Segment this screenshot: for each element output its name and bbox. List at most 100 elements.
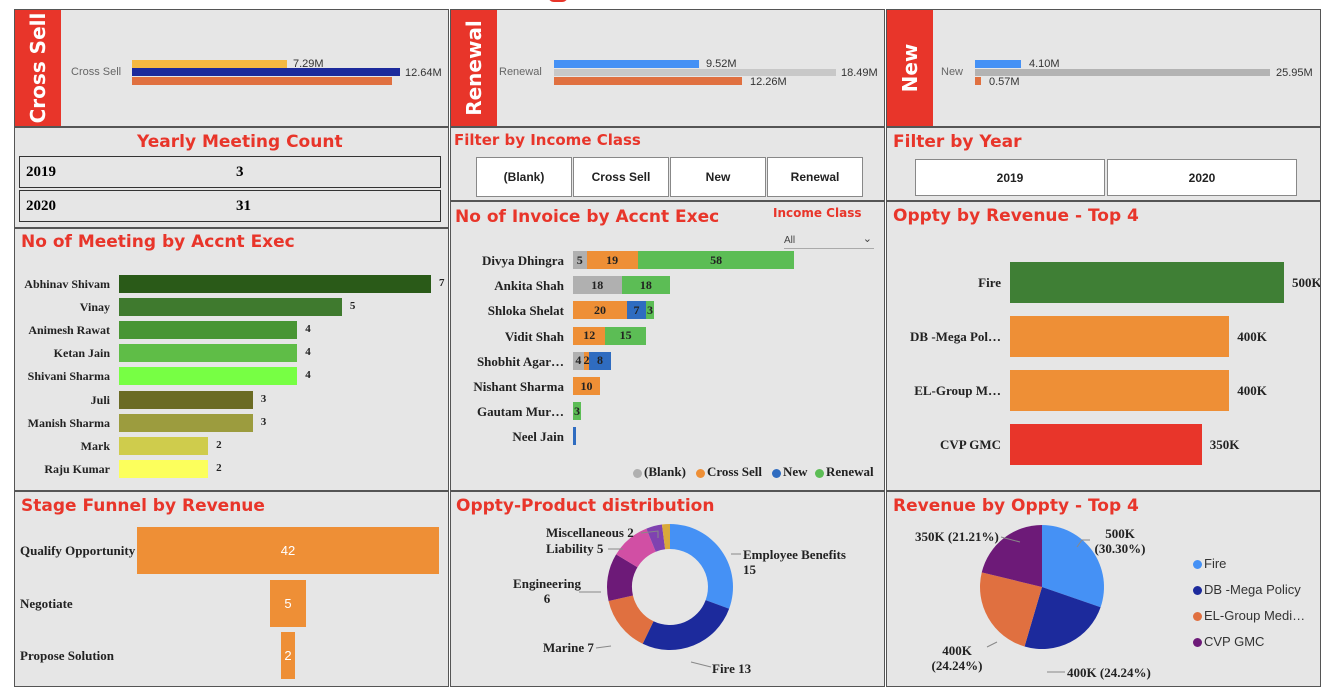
meeting-bar [119, 459, 209, 478]
invoice-segment: 8 [589, 351, 611, 370]
revenue-pie-panel: Revenue by Oppty - Top 4 350K (21.21%) 5… [886, 491, 1321, 687]
legend-dot-icon [1193, 638, 1202, 648]
exec-name-label: Raju Kumar [44, 461, 110, 476]
invoice-segment: 7 [627, 301, 646, 320]
legend-label: DB -Mega Policy [1204, 582, 1301, 597]
kpi-category-label: Cross Sell [71, 66, 122, 78]
exec-name-label: Juli [90, 392, 110, 407]
filter-option-blank[interactable]: (Blank) [476, 157, 572, 197]
exec-name-label: Abhinav Shivam [24, 277, 110, 291]
filter-year-2020[interactable]: 2020 [1107, 159, 1297, 196]
invoice-exec-label: Ankita Shah [494, 278, 564, 294]
kpi-category-label: Renewal [499, 66, 542, 78]
oppty-value-label: 400K [1237, 329, 1267, 344]
filter-option-new[interactable]: New [670, 157, 766, 197]
invoice-by-exec-panel: No of Invoice by Accnt Exec Income Class… [450, 201, 885, 491]
filter-year-2019[interactable]: 2019 [915, 159, 1105, 196]
meeting-bar [119, 436, 209, 455]
donut-slice[interactable] [642, 600, 730, 650]
donut-slice[interactable] [670, 524, 733, 609]
invoice-segment: 15 [605, 326, 646, 345]
cross-sell-banner: Cross Sell [15, 10, 61, 126]
kpi-renewal-card[interactable]: Renewal Renewal 9.52M 18.49M 12.26M [450, 9, 885, 127]
meeting-value-label: 3 [260, 392, 267, 405]
exec-name-label: Vinay [79, 300, 110, 315]
invoice-exec-label: Neel Jain [512, 429, 564, 445]
meeting-bar [119, 344, 298, 363]
donut-label-misc: Miscellaneous 2 [546, 525, 634, 540]
table-row[interactable]: 2020 31 [19, 190, 441, 222]
invoice-legend-item: Renewal [815, 464, 874, 480]
oppty-name-label: EL-Group M… [914, 383, 1001, 398]
legend-label: New [783, 464, 808, 479]
legend-dot-icon [772, 468, 781, 478]
legend-dot-icon [1193, 560, 1202, 570]
invoice-segment: 20 [573, 301, 627, 320]
exec-name-label: Ketan Jain [53, 346, 110, 361]
meeting-value-label: 4 [305, 369, 311, 382]
oppty-top4-bar-chart: Fire 500K DB -Mega Pol… 400K EL-Group M… 400K… [887, 202, 1321, 490]
invoice-segment: 19 [586, 251, 638, 269]
legend-dot-icon [1193, 586, 1202, 596]
legend-dot-icon [1193, 612, 1202, 622]
pie-legend-item: EL-Group Medi… [1193, 608, 1305, 623]
filter-option-renewal[interactable]: Renewal [767, 157, 863, 197]
invoice-exec-label: Vidit Shah [504, 328, 564, 344]
funnel-stage-label: Qualify Opportunity [20, 543, 136, 558]
funnel-bar: 42 [137, 527, 439, 574]
income-class-filter-panel: Filter by Income Class (Blank) Cross Sel… [450, 127, 885, 201]
exec-name-label: Shivani Sharma [27, 369, 110, 384]
kpi-category-label: New [941, 66, 964, 78]
invoice-legend-item: (Blank) [633, 464, 686, 480]
oppty-name-label: CVP GMC [939, 437, 1001, 452]
table-row[interactable]: 2019 3 [19, 156, 441, 188]
invoice-exec-label: Shloka Shelat [487, 303, 564, 319]
invoice-segment: 5 [573, 251, 587, 269]
invoice-segment: 58 [637, 251, 795, 269]
legend-label: (Blank) [644, 464, 686, 479]
oppty-value-label: 500K [1292, 275, 1321, 290]
invoice-segment: 18 [621, 276, 671, 295]
kpi-bar-target [975, 60, 1021, 68]
pie-legend-item: Fire [1193, 556, 1226, 571]
oppty-top4-panel: Oppty by Revenue - Top 4 Fire 500K DB -Meg… [886, 201, 1321, 491]
oppty-value-label: 350K [1209, 437, 1240, 452]
legend-label: Renewal [826, 464, 874, 479]
year-filter-title: Filter by Year [893, 132, 1022, 152]
kpi-bar-previous [975, 77, 981, 85]
year-cell: 2019 [26, 164, 56, 180]
meeting-value-label: 2 [216, 461, 222, 474]
kpi-bar-previous [132, 77, 392, 85]
donut-label-fire: Fire 13 [712, 661, 752, 676]
new-banner: New [887, 10, 933, 126]
oppty-revenue-bar [1010, 262, 1284, 303]
exec-name-label: Animesh Rawat [28, 323, 110, 338]
pie-label-fire: 500K (30.30%) [1094, 526, 1146, 556]
invoice-stacked-bar-chart: Divya Dhingra 5 19 58 Ankita Shah 18 18 Shloka … [451, 202, 884, 490]
filter-option-cross-sell[interactable]: Cross Sell [573, 157, 669, 197]
kpi-bar-previous [554, 77, 742, 85]
kpi-value-3: 0.57M [989, 76, 1020, 88]
meeting-value-label: 4 [305, 323, 311, 336]
legend-label: Cross Sell [707, 464, 763, 479]
meeting-value-label: 5 [349, 300, 356, 313]
kpi-bar-target [132, 60, 287, 68]
oppty-revenue-bar [1010, 370, 1230, 411]
invoice-exec-label: Nishant Sharma [473, 379, 564, 394]
meeting-bar [119, 413, 253, 432]
oppty-revenue-bar [1010, 316, 1230, 357]
yearly-meeting-panel: Yearly Meeting Count 2019 3 2020 31 [14, 127, 449, 228]
legend-dot-icon [696, 468, 705, 478]
kpi-cross-sell-card[interactable]: Cross Sell Cross Sell 7.29M 12.64M [14, 9, 449, 127]
oppty-name-label: Fire [978, 275, 1001, 290]
kpi-new-card[interactable]: New New 4.10M 25.95M 0.57M [886, 9, 1321, 127]
title-fragment [548, 0, 568, 2]
income-filter-title: Filter by Income Class [454, 131, 641, 149]
renewal-banner: Renewal [451, 10, 497, 126]
stage-funnel-chart: Qualify Opportunity 42 Negotiate 5 Propose S… [15, 492, 448, 686]
invoice-exec-label: Divya Dhingra [482, 253, 564, 268]
meeting-bar [119, 390, 253, 409]
oppty-value-label: 400K [1237, 383, 1267, 398]
funnel-stage-label: Negotiate [20, 596, 73, 611]
legend-dot-icon [815, 468, 824, 478]
